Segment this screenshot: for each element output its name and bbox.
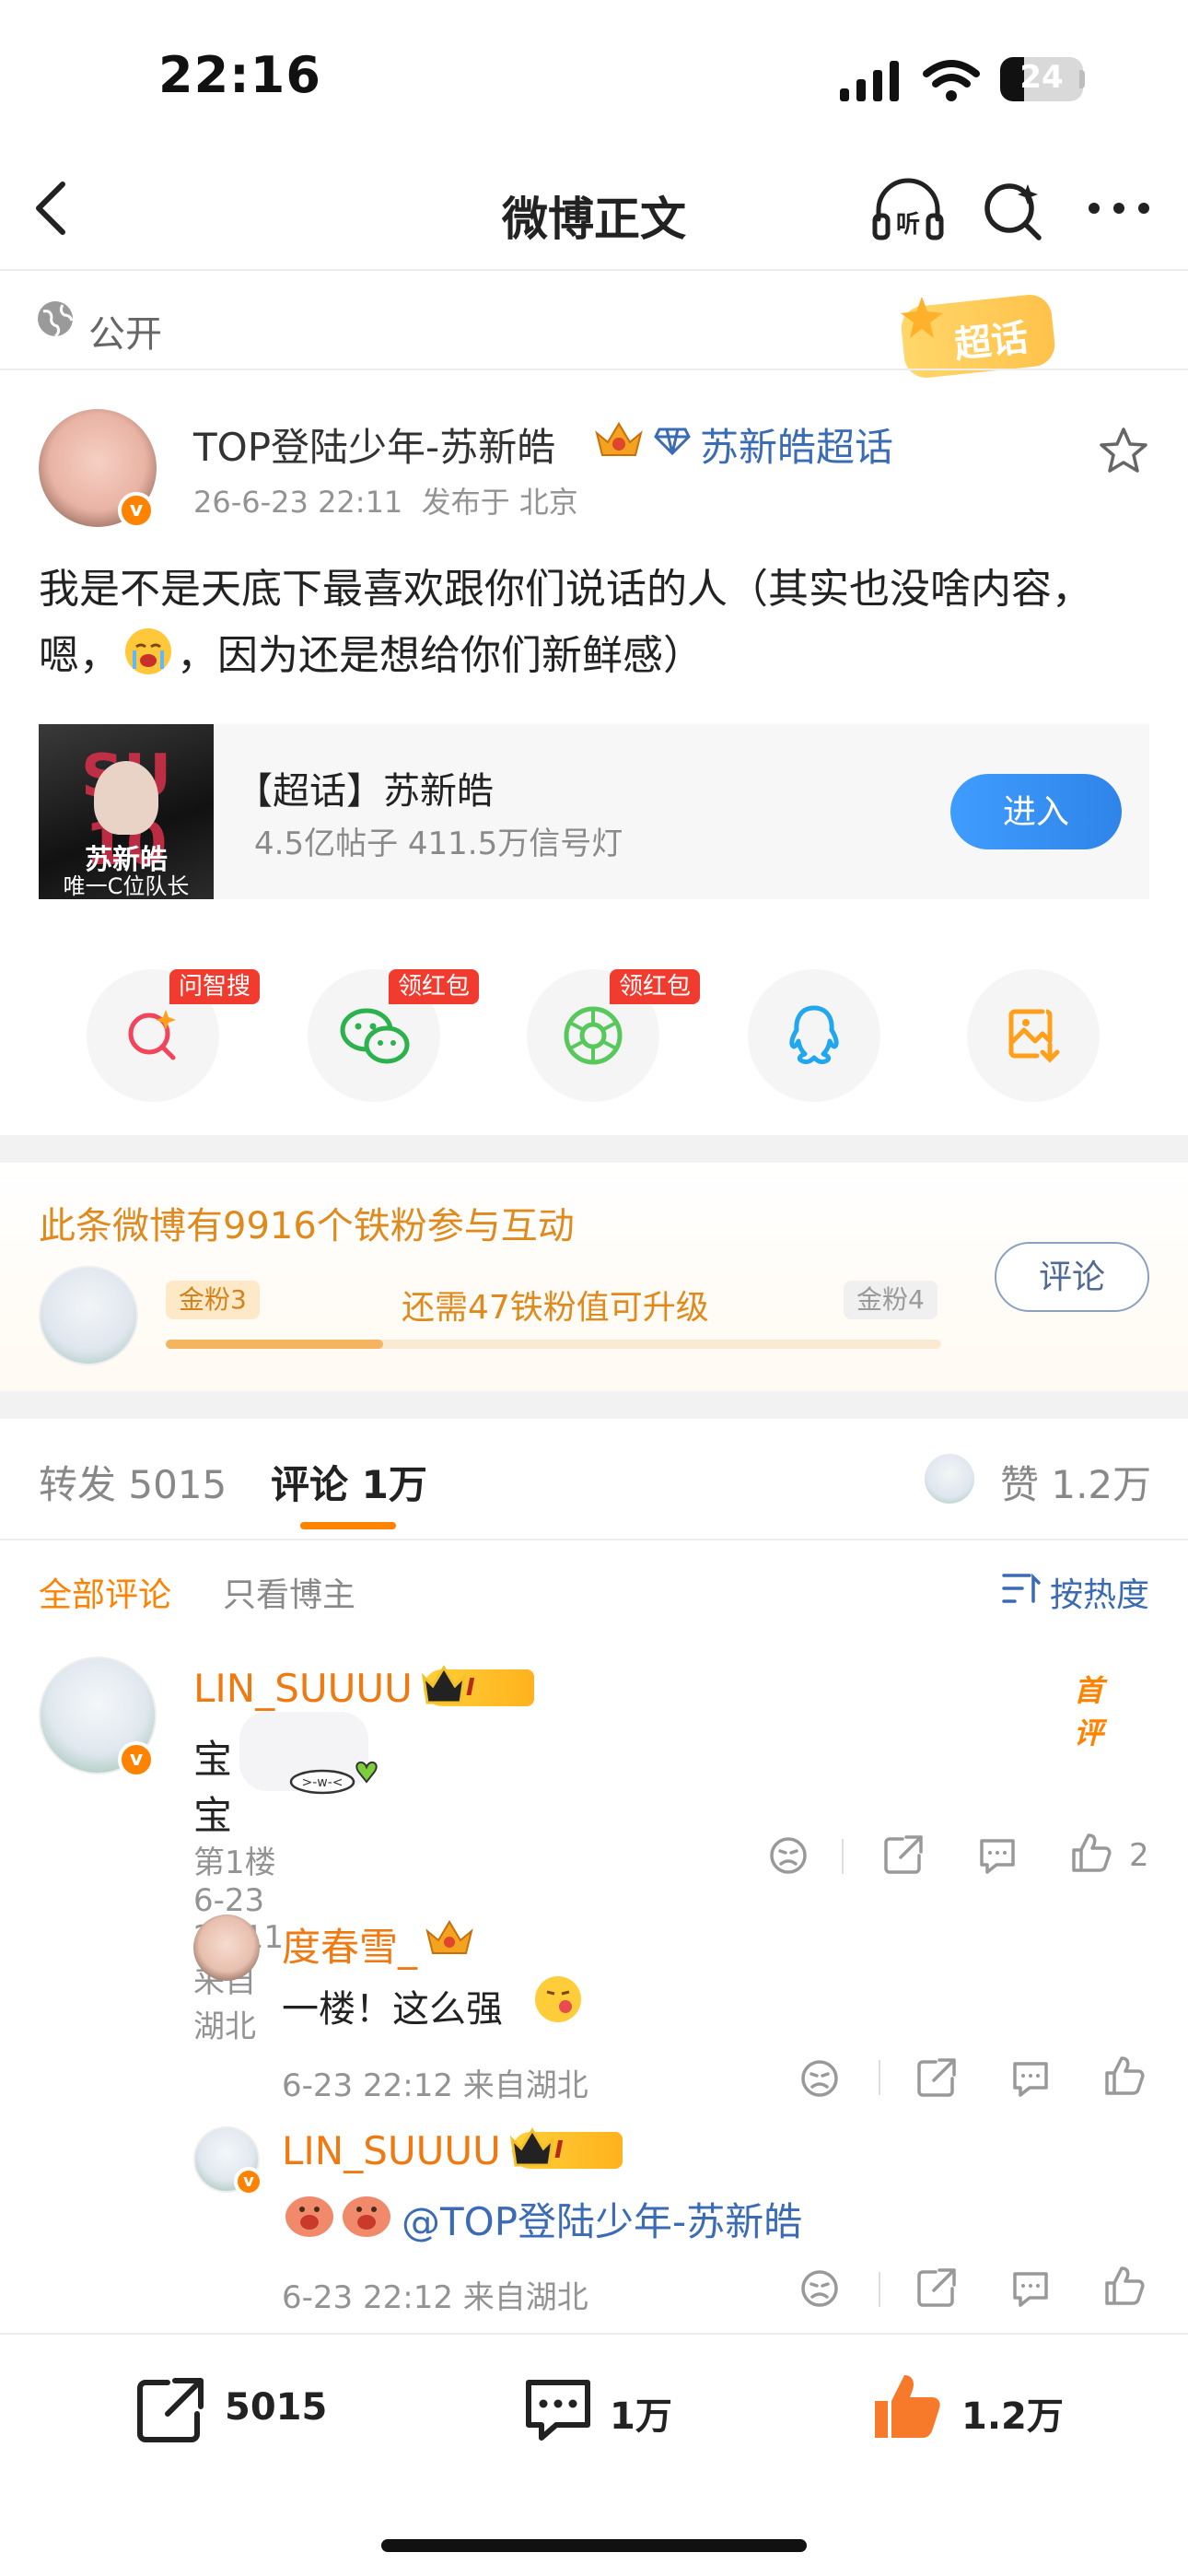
super-topic-badge-text: 超话 xyxy=(952,316,1031,368)
share-wechat-tag: 领红包 xyxy=(389,969,480,1004)
svg-text:听: 听 xyxy=(896,211,920,239)
fans-title: 此条微博有9916个铁粉参与互动 xyxy=(39,1205,575,1247)
tabs-divider xyxy=(0,1539,1188,1540)
verified-badge-icon: v xyxy=(234,2167,263,2196)
filter-sort-hot[interactable]: 按热度 xyxy=(1050,1568,1149,1616)
share-icon[interactable] xyxy=(915,2056,958,2099)
reply-username[interactable]: LIN_SUUUU xyxy=(282,2128,501,2173)
tab-active-indicator xyxy=(300,1522,396,1529)
reply-text: 一楼！这么强 xyxy=(282,1988,503,2031)
tab-like[interactable]: 赞 1.2万 xyxy=(1000,1454,1151,1510)
repost-count[interactable]: 5015 xyxy=(225,2386,327,2429)
comment-username[interactable]: LIN_SUUUU xyxy=(193,1666,413,1711)
dislike-icon[interactable] xyxy=(768,1835,809,1876)
post-location: 发布于 北京 xyxy=(421,485,578,520)
enter-topic-button[interactable]: 进入 xyxy=(950,774,1122,849)
like-icon[interactable] xyxy=(1103,2055,1146,2097)
cheer-emoji-icon xyxy=(285,2196,390,2237)
fans-progress-text: 还需47铁粉值可升级 xyxy=(402,1289,709,1327)
comment-icon[interactable] xyxy=(521,2375,595,2445)
diamond-icon xyxy=(654,427,691,455)
like-count[interactable]: 1.2万 xyxy=(961,2386,1064,2440)
comment-like-count: 2 xyxy=(1129,1837,1149,1874)
filter-all-comments[interactable]: 全部评论 xyxy=(39,1568,171,1616)
reply-meta: 6-23 22:12 来自湖北 xyxy=(282,2279,588,2316)
repost-icon[interactable] xyxy=(134,2375,208,2445)
verified-badge-icon: v xyxy=(118,492,155,529)
section-divider xyxy=(0,1135,1188,1163)
reply-icon[interactable] xyxy=(1009,2268,1052,2309)
wechat-icon xyxy=(340,1008,410,1064)
sort-icon[interactable] xyxy=(1000,1570,1041,1607)
globe-icon xyxy=(38,301,74,338)
section-divider-2 xyxy=(0,1391,1188,1419)
first-comment-badge: 首评 xyxy=(1074,1673,1104,1751)
listen-icon[interactable]: 听 xyxy=(871,175,945,243)
topic-cover-image: SU 10 苏新皓 唯一C位队长 xyxy=(39,724,214,899)
topic-card-title: 【超话】苏新皓 xyxy=(236,770,494,813)
crown-badge-icon xyxy=(595,422,643,456)
reply-icon[interactable] xyxy=(1009,2058,1052,2099)
wifi-icon xyxy=(923,60,980,101)
search-icon[interactable] xyxy=(980,179,1046,245)
cellular-signal-icon xyxy=(840,61,899,101)
share-icon[interactable] xyxy=(882,1833,925,1876)
status-time: 22:16 xyxy=(158,46,321,104)
comment-text: 宝宝 xyxy=(193,1737,233,1838)
reply-meta: 6-23 22:12 来自湖北 xyxy=(282,2067,588,2104)
current-fan-level: 金粉3 xyxy=(166,1281,260,1319)
save-image-icon xyxy=(1008,1009,1060,1063)
battery-level: 24 xyxy=(1019,59,1064,96)
reply-icon[interactable] xyxy=(976,1835,1019,1876)
crown-icon xyxy=(509,2127,555,2167)
moments-icon xyxy=(564,1006,623,1065)
comment-count[interactable]: 1万 xyxy=(610,2386,672,2440)
post-timestamp: 26-6-23 22:11 xyxy=(193,485,403,520)
reply-mention-link[interactable]: @TOP登陆少年-苏新皓 xyxy=(402,2191,802,2247)
reply-user-avatar[interactable] xyxy=(193,1914,260,1981)
dislike-icon[interactable] xyxy=(799,2058,840,2099)
fans-progress-fill xyxy=(166,1340,383,1349)
crown-icon xyxy=(421,1665,467,1704)
post-meta: 26-6-23 22:11 发布于 北京 xyxy=(193,479,578,521)
tab-comment[interactable]: 评论 1万 xyxy=(271,1454,427,1510)
fans-comment-button[interactable]: 评论 xyxy=(995,1242,1149,1312)
visibility-divider xyxy=(0,369,1188,370)
crying-emoji-icon xyxy=(123,626,173,676)
sticker-icon: >-w-< xyxy=(289,1761,378,1795)
filter-owner-only[interactable]: 只看博主 xyxy=(223,1568,355,1616)
like-filled-icon[interactable] xyxy=(871,2370,945,2443)
qq-icon xyxy=(789,1005,839,1064)
like-user-avatar xyxy=(925,1454,974,1504)
share-icon[interactable] xyxy=(915,2266,958,2309)
share-search-tag: 问智搜 xyxy=(169,969,261,1004)
post-text: 我是不是天底下最喜欢跟你们说话的人（其实也没啥内容，嗯， ，因为还是想给你们新鲜感… xyxy=(39,566,1092,679)
crown-badge-icon xyxy=(425,1920,473,1954)
star-sparkle-icon xyxy=(901,297,943,338)
home-indicator xyxy=(381,2539,807,2552)
reply-username[interactable]: 度春雪_ xyxy=(282,1916,417,1973)
like-icon[interactable] xyxy=(1103,2265,1146,2307)
dislike-icon[interactable] xyxy=(799,2268,840,2309)
svg-text:>-w-<: >-w-< xyxy=(301,1775,343,1790)
topic-card-stats: 4.5亿帖子 411.5万信号灯 xyxy=(254,825,623,862)
favorite-star-icon[interactable] xyxy=(1098,426,1149,475)
verified-badge-icon: v xyxy=(118,1741,155,1778)
super-topic-link[interactable]: 苏新皓超话 xyxy=(700,416,893,473)
author-name[interactable]: TOP登陆少年-苏新皓 xyxy=(193,416,555,473)
next-fan-level: 金粉4 xyxy=(844,1281,938,1319)
fans-user-avatar xyxy=(39,1266,138,1365)
more-icon[interactable] xyxy=(1087,199,1151,217)
like-icon[interactable] xyxy=(1070,1832,1112,1874)
smirk-emoji-icon xyxy=(535,1976,581,2022)
tab-repost[interactable]: 转发 5015 xyxy=(39,1454,227,1510)
visibility-label: 公开 xyxy=(88,313,162,356)
share-moments-tag: 领红包 xyxy=(610,969,701,1004)
nav-divider xyxy=(0,269,1188,271)
smart-search-icon xyxy=(128,1010,176,1060)
